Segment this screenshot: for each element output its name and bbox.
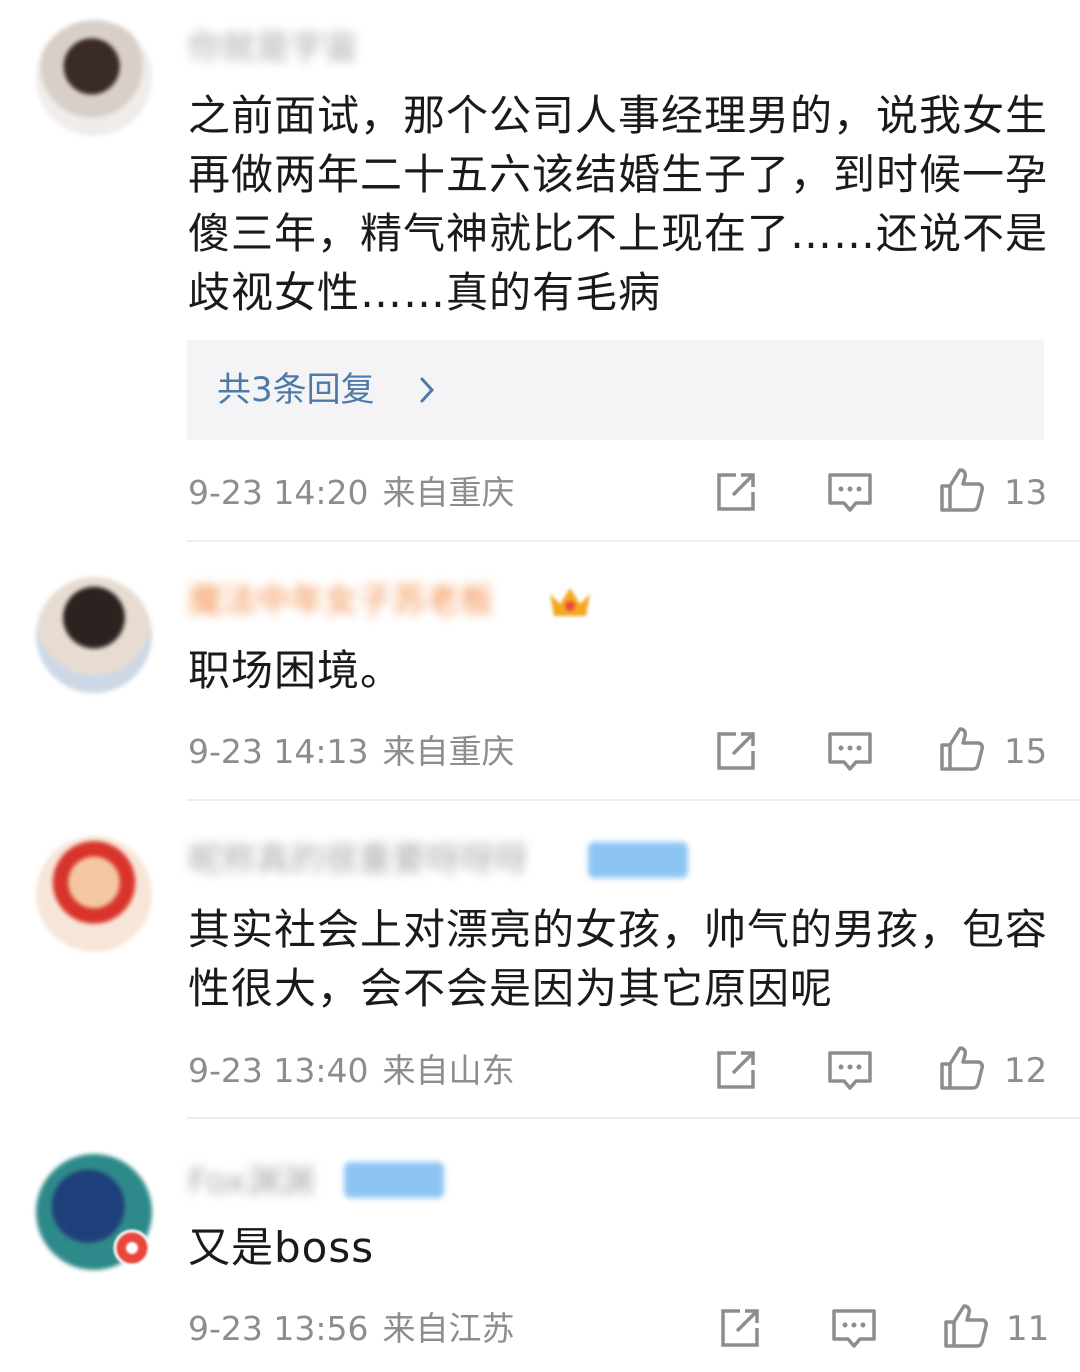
comment-icon[interactable] [830,1304,878,1352]
comment-item: 你就是宇宙 之前面试，那个公司人事经理男的，说我女生再做两年二十五六该结婚生子了… [0,0,1080,540]
comment-meta: 9-23 14:13 来自重庆 [188,727,515,777]
username[interactable]: Fox渊渊 [188,1160,314,1204]
chevron-right-icon [420,377,435,403]
comment-item: Fox渊渊 又是boss 9-23 13:56 来自江苏 11 [0,1118,1080,1372]
crown-icon [550,588,590,616]
like-icon[interactable] [938,725,986,773]
avatar[interactable] [36,836,152,952]
comment-text: 又是boss [188,1223,375,1272]
username[interactable]: 你就是宇宙 [188,26,358,70]
timestamp: 9-23 14:13 [188,732,369,771]
location: 来自山东 [382,1051,515,1090]
share-icon[interactable] [712,727,760,775]
comment-meta: 9-23 13:40 来自山东 [188,1046,515,1096]
verified-badge [344,1162,444,1198]
comment-item: 昵称真的很重要呀呀呀 其实社会上对漂亮的女孩，帅气的男孩，包容性很大，会不会是因… [0,800,1080,1118]
comment-text: 职场困境。 [188,646,404,695]
like-icon[interactable] [942,1302,990,1350]
replies-link[interactable]: 共3条回复 [187,340,1044,440]
comment-icon[interactable] [826,727,874,775]
comment-meta: 9-23 13:56 来自江苏 [188,1304,515,1354]
location: 来自重庆 [382,732,515,771]
avatar-badge-icon [113,1229,151,1267]
location: 来自重庆 [382,473,515,512]
comment-item: 魔法中年女子苏老板 职场困境。 9-23 14:13 来自重庆 15 [0,541,1080,799]
comment-icon[interactable] [826,1046,874,1094]
comment-text: 其实社会上对漂亮的女孩，帅气的男孩，包容性很大，会不会是因为其它原因呢 [188,905,1049,1013]
share-icon[interactable] [712,1046,760,1094]
comment-icon[interactable] [826,468,874,516]
location: 来自江苏 [382,1309,515,1348]
share-icon[interactable] [716,1304,764,1352]
comment-meta: 9-23 14:20 来自重庆 [188,468,515,518]
share-icon[interactable] [712,468,760,516]
username[interactable]: 魔法中年女子苏老板 [188,579,494,623]
timestamp: 9-23 13:40 [188,1051,369,1090]
like-count: 12 [1004,1051,1048,1091]
comment-text: 之前面试，那个公司人事经理男的，说我女生再做两年二十五六该结婚生子了，到时候一孕… [188,91,1049,317]
like-count: 13 [1004,473,1048,513]
avatar[interactable] [36,577,152,693]
verified-badge [588,842,688,878]
timestamp: 9-23 13:56 [188,1309,369,1348]
like-icon[interactable] [938,1044,986,1092]
avatar[interactable] [36,20,152,136]
replies-label: 共3条回复 [217,370,375,410]
like-icon[interactable] [938,466,986,514]
like-count: 11 [1006,1309,1050,1349]
timestamp: 9-23 14:20 [188,473,369,512]
like-count: 15 [1004,732,1048,772]
username[interactable]: 昵称真的很重要呀呀呀 [188,838,528,882]
